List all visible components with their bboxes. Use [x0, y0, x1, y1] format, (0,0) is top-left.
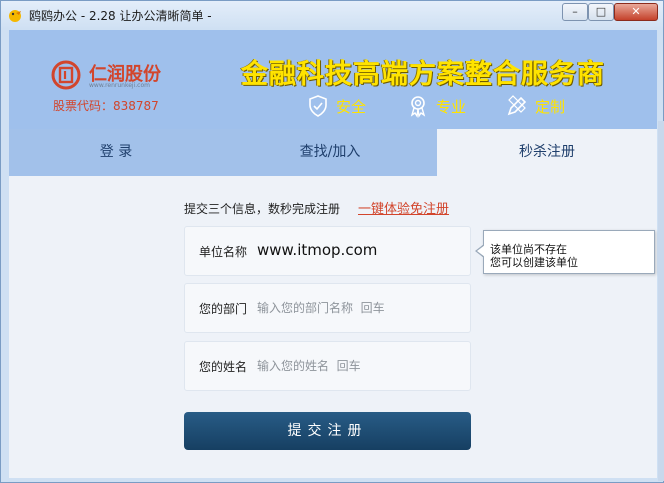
form-instructions: 提交三个信息，数秒完成注册 [184, 202, 341, 216]
department-input[interactable] [257, 298, 457, 318]
department-field[interactable]: 您的部门 [184, 283, 471, 333]
pencil-ruler-icon [507, 95, 527, 116]
tab-bar: 登 录 查找/加入 秒杀注册 [9, 129, 657, 176]
minimize-button[interactable]: – [562, 3, 588, 21]
unit-name-field[interactable]: 单位名称 www.itmop.com [184, 226, 471, 276]
unit-tooltip: 该单位尚不存在 您可以创建该单位 [483, 230, 655, 274]
maximize-icon: □ [595, 5, 607, 18]
tab-quick-register[interactable]: 秒杀注册 [437, 129, 657, 176]
feature-label: 安全 [336, 98, 367, 116]
header-banner: 仁润股份 www.renrunkeji.com 股票代码：838787 金融科技… [9, 30, 657, 129]
unit-name-label: 单位名称 [199, 245, 248, 259]
slogan: 金融科技高端方案整合服务商 [241, 59, 605, 90]
name-field[interactable]: 您的姓名 [184, 341, 471, 391]
department-label: 您的部门 [199, 302, 248, 316]
feature-label: 专业 [436, 98, 467, 116]
title-bar[interactable]: 鸥鸥办公 - 2.28 让办公清晰简单 - – □ ✕ [1, 1, 663, 29]
trial-without-register-link[interactable]: 一键体验免注册 [358, 198, 449, 217]
submit-register-button[interactable]: 提交注册 [184, 412, 471, 450]
client-area: 仁润股份 www.renrunkeji.com 股票代码：838787 金融科技… [9, 30, 657, 478]
tab-find-join[interactable]: 查找/加入 [223, 129, 437, 176]
app-window: 鸥鸥办公 - 2.28 让办公清晰简单 - – □ ✕ 仁润股份 www.ren… [0, 0, 664, 483]
app-icon [9, 10, 21, 22]
medal-icon [410, 96, 426, 118]
scrollbar[interactable] [658, 121, 664, 481]
unit-name-value[interactable]: www.itmop.com [257, 241, 377, 259]
close-icon: ✕ [631, 5, 641, 18]
name-input[interactable] [257, 356, 457, 376]
company-url: www.renrunkeji.com [89, 82, 150, 89]
stock-code: 股票代码：838787 [53, 99, 159, 113]
feature-label: 定制 [535, 98, 566, 116]
tooltip-line: 您可以创建该单位 [490, 256, 578, 269]
company-logo-icon [51, 60, 81, 90]
minimize-icon: – [572, 5, 578, 18]
name-label: 您的姓名 [199, 360, 248, 374]
close-button[interactable]: ✕ [614, 3, 658, 21]
tab-login[interactable]: 登 录 [9, 129, 223, 176]
shield-icon [309, 95, 327, 117]
tooltip-arrow-fill [477, 245, 485, 257]
window-title: 鸥鸥办公 - 2.28 让办公清晰简单 - [29, 9, 212, 23]
maximize-button[interactable]: □ [588, 3, 614, 21]
